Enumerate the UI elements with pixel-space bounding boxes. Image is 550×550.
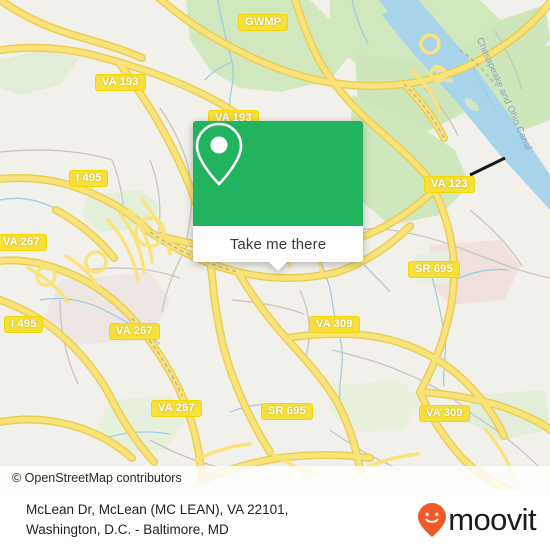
road-shield-i-495-south[interactable]: I 495 <box>4 316 44 333</box>
popup-action-bar[interactable]: Take me there <box>193 226 363 271</box>
footer-bar: McLean Dr, McLean (MC LEAN), VA 22101, W… <box>0 490 550 550</box>
map-pin-icon <box>195 122 243 186</box>
road-shield-sr-695-bottom[interactable]: SR 695 <box>261 403 313 420</box>
location-caption-line2: Washington, D.C. - Baltimore, MD <box>26 522 229 537</box>
moovit-wordmark: moovit <box>448 502 536 537</box>
road-shield-va-309-mid[interactable]: VA 309 <box>309 316 360 333</box>
popup-header <box>193 121 363 226</box>
road-shield-va-123[interactable]: VA 123 <box>424 176 475 193</box>
moovit-smiley-pin-icon <box>418 503 447 537</box>
location-caption: McLean Dr, McLean (MC LEAN), VA 22101, W… <box>0 500 288 540</box>
road-shield-i-495-north[interactable]: I 495 <box>69 170 109 187</box>
road-shield-va-309-bottom[interactable]: VA 309 <box>419 405 470 422</box>
road-shield-sr-695-right[interactable]: SR 695 <box>408 261 460 278</box>
road-shield-va-267-bottom[interactable]: VA 267 <box>151 400 202 417</box>
map-canvas[interactable]: Chesapeake and Ohio Canal GWMP VA 193 VA… <box>0 0 550 490</box>
road-shield-gwmp[interactable]: GWMP <box>238 14 289 31</box>
road-shield-va-267-left[interactable]: VA 267 <box>0 234 47 251</box>
location-caption-line1: McLean Dr, McLean (MC LEAN), VA 22101, <box>26 502 289 517</box>
osm-attribution-text: © OpenStreetMap contributors <box>12 471 182 485</box>
take-me-there-button[interactable]: Take me there <box>230 236 326 253</box>
popup-tail-pointer <box>269 262 287 271</box>
road-shield-va-193-west[interactable]: VA 193 <box>95 74 146 91</box>
moovit-map-screenshot: Chesapeake and Ohio Canal GWMP VA 193 VA… <box>0 0 550 550</box>
moovit-brand[interactable]: moovit <box>417 502 550 538</box>
destination-popup[interactable]: Take me there <box>193 121 363 271</box>
road-shield-va-267-mid[interactable]: VA 267 <box>109 323 160 340</box>
osm-attribution-bar: © OpenStreetMap contributors <box>0 466 550 490</box>
